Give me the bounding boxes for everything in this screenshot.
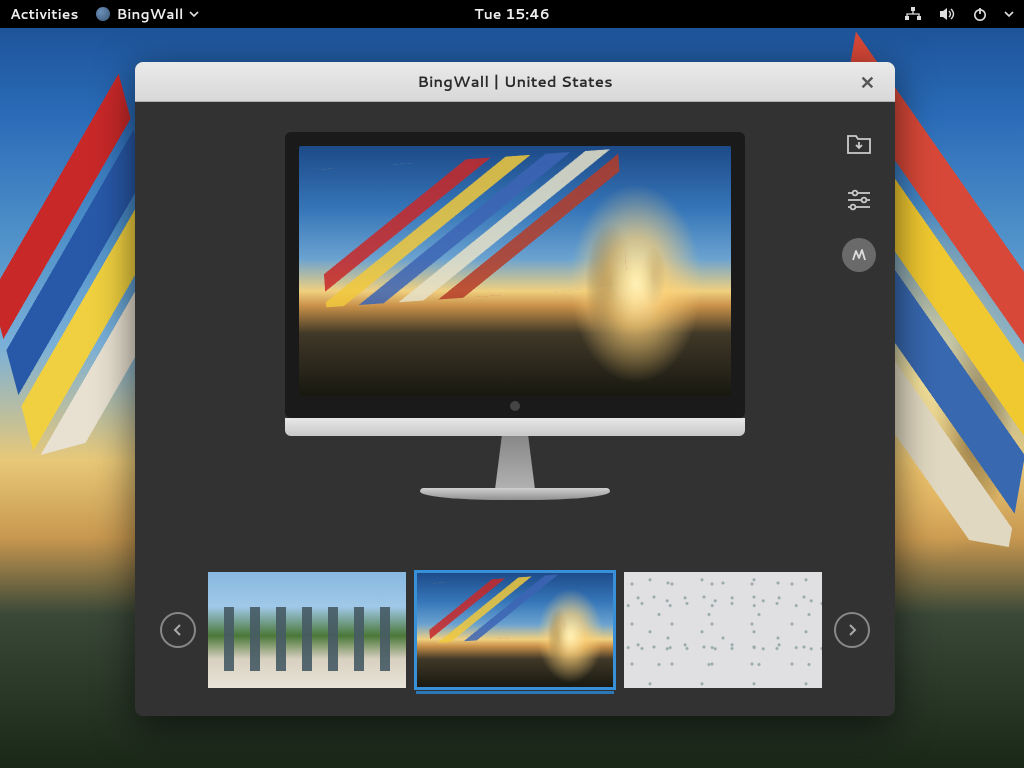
monitor-bezel bbox=[285, 132, 745, 418]
app-menu[interactable]: BingWall bbox=[96, 4, 199, 24]
arrow-left-icon bbox=[170, 622, 186, 638]
activities-button[interactable]: Activities bbox=[10, 4, 78, 24]
monitor-stand bbox=[482, 436, 548, 488]
thumbnail-item[interactable] bbox=[624, 572, 822, 688]
thumbnail-item[interactable] bbox=[208, 572, 406, 688]
monitor-chin bbox=[285, 418, 745, 436]
monitor-preview bbox=[285, 132, 745, 500]
volume-icon[interactable] bbox=[938, 6, 956, 22]
window-title: BingWall | United States bbox=[417, 71, 612, 92]
monitor-base bbox=[420, 488, 610, 500]
close-button[interactable]: ✕ bbox=[852, 65, 883, 99]
carousel-prev-button[interactable] bbox=[160, 612, 196, 648]
thumbnail-list bbox=[208, 572, 822, 688]
window-body bbox=[135, 102, 895, 716]
bingwall-window: BingWall | United States ✕ bbox=[135, 62, 895, 716]
carousel-next-button[interactable] bbox=[834, 612, 870, 648]
arrow-right-icon bbox=[844, 622, 860, 638]
chevron-down-icon bbox=[189, 9, 199, 19]
gnome-topbar: Activities BingWall Tue 15:46 bbox=[0, 0, 1024, 28]
chevron-down-icon[interactable] bbox=[1004, 9, 1014, 19]
window-titlebar[interactable]: BingWall | United States ✕ bbox=[135, 62, 895, 102]
app-menu-label: BingWall bbox=[116, 4, 183, 24]
thumbnail-item[interactable] bbox=[416, 572, 614, 688]
desktop-background: Activities BingWall Tue 15:46 bbox=[0, 0, 1024, 768]
clock[interactable]: Tue 15:46 bbox=[474, 4, 550, 24]
wallpaper-preview-image bbox=[299, 146, 731, 396]
network-icon[interactable] bbox=[904, 6, 922, 22]
preview-area bbox=[135, 132, 895, 500]
power-icon[interactable] bbox=[972, 6, 988, 22]
app-icon bbox=[96, 7, 110, 21]
thumbnail-carousel bbox=[135, 572, 895, 688]
